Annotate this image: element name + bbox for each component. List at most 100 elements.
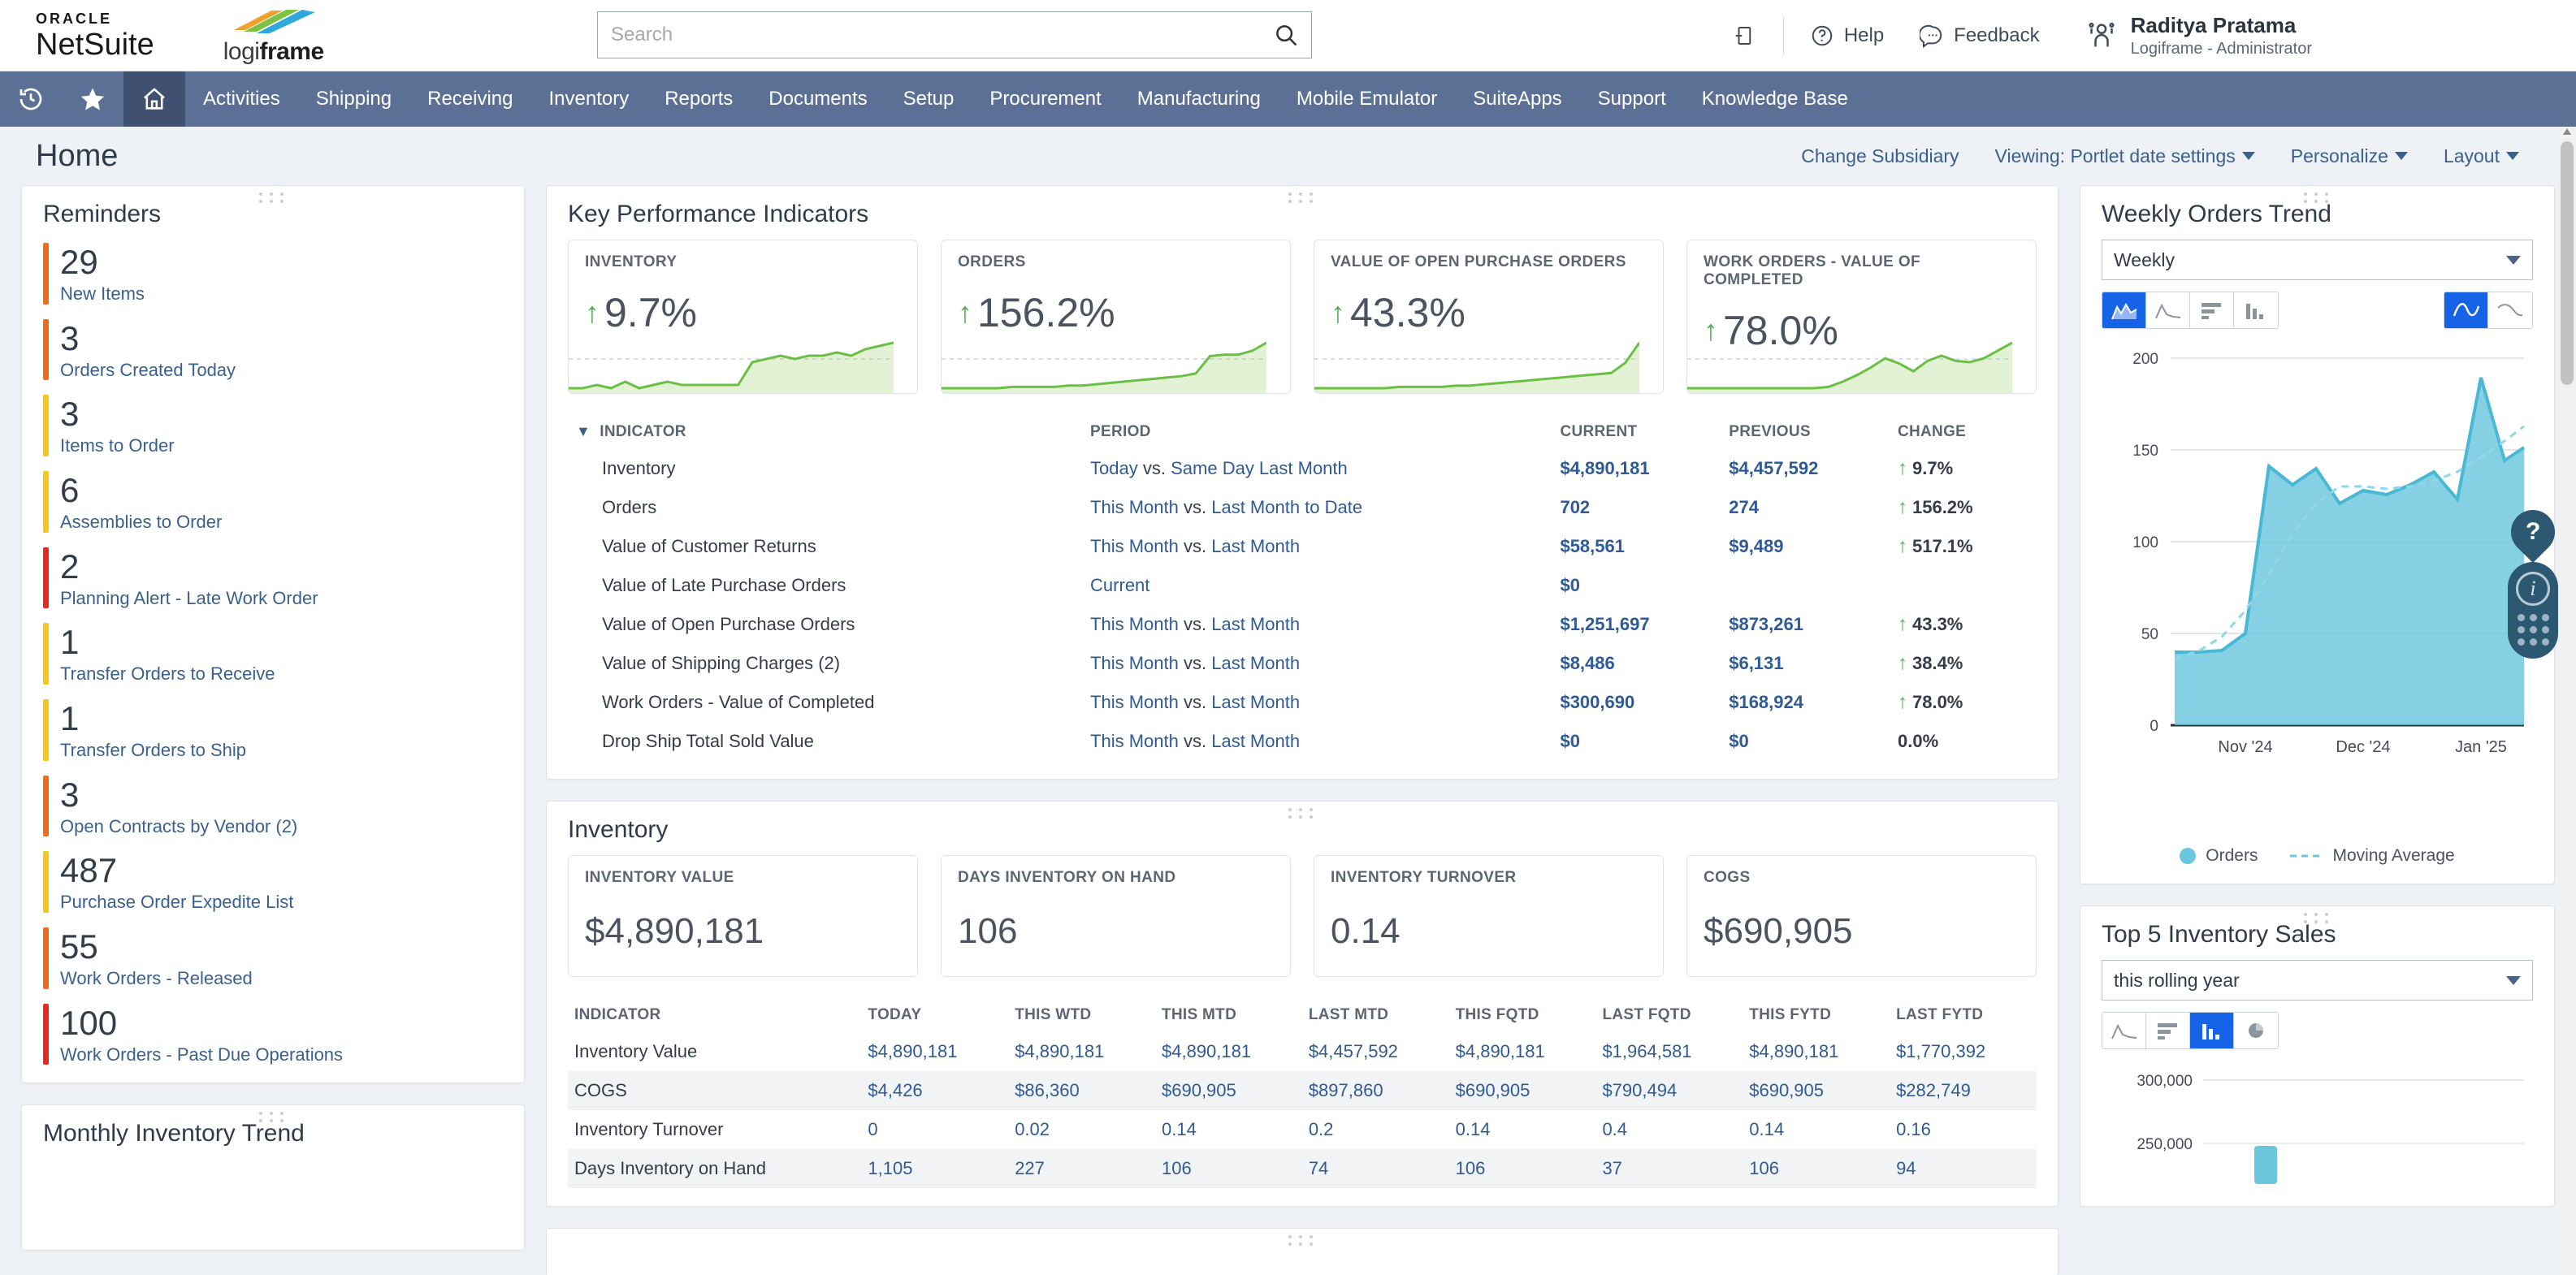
kpi-indicator[interactable]: Inventory — [568, 449, 1084, 488]
inventory-cell[interactable]: $690,905 — [1155, 1071, 1302, 1110]
global-search[interactable] — [597, 11, 1312, 58]
chart-type-area-button[interactable] — [2102, 292, 2146, 328]
reminder-item[interactable]: 29New Items — [43, 243, 503, 305]
inventory-cell[interactable]: $4,890,181 — [861, 1032, 1008, 1071]
smoothing-off-button[interactable] — [2488, 292, 2532, 328]
kpi-column-header[interactable]: CURRENT — [1553, 415, 1722, 449]
inventory-cell[interactable]: 227 — [1008, 1149, 1155, 1188]
kpi-column-header[interactable]: ▼ INDICATOR — [568, 415, 1084, 449]
kpi-tile[interactable]: VALUE OF OPEN PURCHASE ORDERS↑43.3% — [1314, 240, 1664, 394]
page-action-viewing-portlet-date-settings[interactable]: Viewing: Portlet date settings — [1995, 145, 2255, 167]
kpi-period[interactable]: This Month vs. Last Month — [1084, 605, 1553, 644]
reminder-label[interactable]: Planning Alert - Late Work Order — [60, 589, 318, 609]
kpi-indicator[interactable]: Work Orders - Value of Completed — [568, 683, 1084, 722]
weekly-period-select[interactable]: Weekly — [2102, 240, 2533, 280]
kpi-current[interactable]: $0 — [1553, 566, 1722, 605]
table-row[interactable]: Days Inventory on Hand1,1052271067410637… — [568, 1149, 2037, 1188]
inventory-cell[interactable]: $1,964,581 — [1595, 1032, 1743, 1071]
kpi-previous[interactable]: $4,457,592 — [1722, 449, 1891, 488]
inventory-cell[interactable]: $4,890,181 — [1155, 1032, 1302, 1071]
inventory-metric-tile[interactable]: INVENTORY VALUE$4,890,181 — [568, 855, 918, 977]
table-row[interactable]: Inventory Value$4,890,181$4,890,181$4,89… — [568, 1032, 2037, 1071]
inventory-column-header[interactable]: THIS FYTD — [1743, 998, 1890, 1032]
top5-chart-type-line-button[interactable] — [2102, 1013, 2146, 1048]
top5-chart-type-bar-button[interactable] — [2146, 1013, 2190, 1048]
table-row[interactable]: Value of Customer ReturnsThis Month vs. … — [568, 527, 2037, 566]
brand-logo[interactable]: ORACLE NetSuite — [0, 11, 154, 60]
inventory-column-header[interactable]: LAST MTD — [1302, 998, 1449, 1032]
inventory-cell[interactable]: 74 — [1302, 1149, 1449, 1188]
inventory-cell[interactable]: $790,494 — [1595, 1071, 1743, 1110]
inventory-cell[interactable]: 37 — [1595, 1149, 1743, 1188]
user-menu[interactable]: Raditya Pratama Logiframe - Administrato… — [2085, 12, 2312, 59]
reminder-item[interactable]: 1Transfer Orders to Ship — [43, 699, 503, 761]
table-row[interactable]: Inventory Turnover00.020.140.20.140.40.1… — [568, 1110, 2037, 1149]
inventory-column-header[interactable]: THIS WTD — [1008, 998, 1155, 1032]
search-input[interactable] — [611, 24, 1274, 46]
chart-type-column-button[interactable] — [2234, 292, 2278, 328]
inventory-cell[interactable]: $4,457,592 — [1302, 1032, 1449, 1071]
kpi-period[interactable]: This Month vs. Last Month — [1084, 527, 1553, 566]
kpi-current[interactable]: $1,251,697 — [1553, 605, 1722, 644]
kpi-indicator[interactable]: Value of Shipping Charges (2) — [568, 644, 1084, 683]
kpi-previous[interactable] — [1722, 566, 1891, 605]
kpi-tile[interactable]: INVENTORY↑9.7% — [568, 240, 918, 394]
weekly-orders-chart[interactable]: 200 150 100 50 0 Nov '24 Dec '24 — [2102, 342, 2533, 866]
top5-period-select[interactable]: this rolling year — [2102, 960, 2533, 1001]
inventory-column-header[interactable]: THIS MTD — [1155, 998, 1302, 1032]
top5-chart-type-pie-button[interactable] — [2234, 1013, 2278, 1048]
reminder-item[interactable]: 55Work Orders - Released — [43, 927, 503, 989]
kpi-previous[interactable]: $9,489 — [1722, 527, 1891, 566]
reminder-label[interactable]: Orders Created Today — [60, 361, 236, 381]
reminder-label[interactable]: Transfer Orders to Receive — [60, 664, 275, 685]
nav-item-activities[interactable]: Activities — [185, 71, 298, 127]
inventory-cell[interactable]: 0.14 — [1449, 1110, 1596, 1149]
nav-item-receiving[interactable]: Receiving — [409, 71, 530, 127]
inventory-column-header[interactable]: TODAY — [861, 998, 1008, 1032]
table-row[interactable]: COGS$4,426$86,360$690,905$897,860$690,90… — [568, 1071, 2037, 1110]
help-button[interactable]: Help — [1792, 24, 1902, 48]
kpi-previous[interactable]: $168,924 — [1722, 683, 1891, 722]
kpi-previous[interactable]: $873,261 — [1722, 605, 1891, 644]
inventory-cell[interactable]: $690,905 — [1449, 1071, 1596, 1110]
reminder-label[interactable]: New Items — [60, 284, 145, 305]
top5-inventory-sales-chart[interactable]: 300,000 250,000 — [2102, 1062, 2533, 1188]
table-row[interactable]: Value of Shipping Charges (2)This Month … — [568, 644, 2037, 683]
kpi-previous[interactable]: 274 — [1722, 488, 1891, 527]
kpi-indicator[interactable]: Orders — [568, 488, 1084, 527]
inventory-metric-tile[interactable]: DAYS INVENTORY ON HAND106 — [941, 855, 1291, 977]
top5-chart-type-column-button[interactable] — [2190, 1013, 2234, 1048]
kpi-current[interactable]: 702 — [1553, 488, 1722, 527]
page-scrollbar[interactable] — [2558, 127, 2576, 1275]
sort-caret-icon[interactable]: ▼ — [576, 423, 591, 439]
inventory-cell[interactable]: 94 — [1890, 1149, 2037, 1188]
portlet-drag-handle[interactable] — [1288, 808, 1316, 819]
inventory-cell[interactable]: 106 — [1155, 1149, 1302, 1188]
recent-records-button[interactable] — [0, 71, 62, 127]
assistant-pill[interactable]: i — [2508, 562, 2558, 659]
scroll-thumb[interactable] — [2561, 141, 2574, 385]
nav-item-reports[interactable]: Reports — [647, 71, 751, 127]
inventory-cell[interactable]: 0.14 — [1743, 1110, 1890, 1149]
inventory-cell[interactable]: $282,749 — [1890, 1071, 2037, 1110]
kpi-column-header[interactable]: CHANGE — [1891, 415, 2037, 449]
reminder-item[interactable]: 1Transfer Orders to Receive — [43, 623, 503, 685]
inventory-column-header[interactable]: INDICATOR — [568, 998, 861, 1032]
reminder-label[interactable]: Assemblies to Order — [60, 512, 222, 533]
chart-type-line-button[interactable] — [2146, 292, 2190, 328]
inventory-metric-tile[interactable]: INVENTORY TURNOVER0.14 — [1314, 855, 1664, 977]
nav-item-procurement[interactable]: Procurement — [972, 71, 1119, 127]
inventory-cell[interactable]: 0 — [861, 1110, 1008, 1149]
reminder-label[interactable]: Items to Order — [60, 436, 175, 456]
portlet-drag-handle[interactable] — [1288, 192, 1316, 204]
inventory-cell[interactable]: $4,890,181 — [1743, 1032, 1890, 1071]
kpi-current[interactable]: $0 — [1553, 722, 1722, 761]
inventory-cell[interactable]: $897,860 — [1302, 1071, 1449, 1110]
inventory-cell[interactable]: 1,105 — [861, 1149, 1008, 1188]
kpi-indicator[interactable]: Drop Ship Total Sold Value — [568, 722, 1084, 761]
reminder-item[interactable]: 100Work Orders - Past Due Operations — [43, 1004, 503, 1065]
nav-item-support[interactable]: Support — [1580, 71, 1684, 127]
table-row[interactable]: Work Orders - Value of CompletedThis Mon… — [568, 683, 2037, 722]
reminder-item[interactable]: 3Open Contracts by Vendor (2) — [43, 776, 503, 837]
kpi-column-header[interactable]: PERIOD — [1084, 415, 1553, 449]
